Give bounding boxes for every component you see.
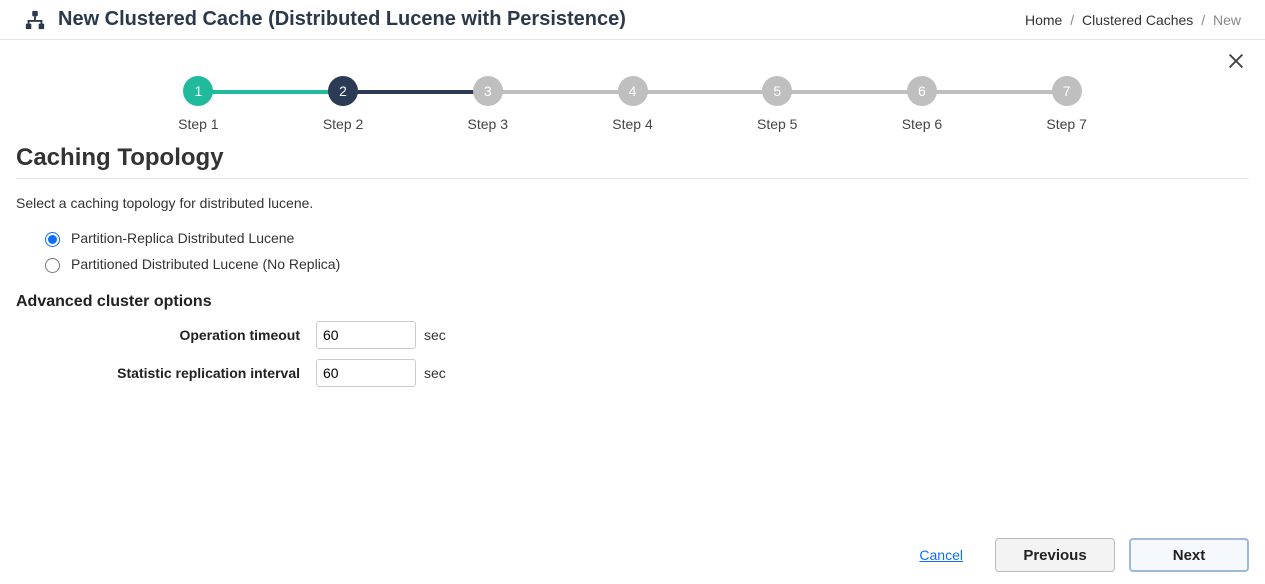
step-1[interactable]: 1 Step 1 <box>126 76 271 132</box>
step-circle: 3 <box>473 76 503 106</box>
step-connector <box>343 90 488 94</box>
step-2[interactable]: 2 Step 2 <box>271 76 416 132</box>
previous-button[interactable]: Previous <box>995 538 1115 572</box>
stat-interval-unit: sec <box>424 365 446 381</box>
step-label: Step 4 <box>612 116 652 132</box>
topology-option-1[interactable]: Partitioned Distributed Lucene (No Repli… <box>40 255 1249 273</box>
step-label: Step 6 <box>902 116 942 132</box>
step-label: Step 2 <box>323 116 363 132</box>
breadcrumb-sep: / <box>1201 12 1205 28</box>
wizard-footer: Cancel Previous Next <box>0 528 1265 584</box>
topology-radio[interactable] <box>45 232 60 247</box>
topology-radio[interactable] <box>45 258 60 273</box>
section-instruction: Select a caching topology for distribute… <box>16 195 1249 211</box>
breadcrumb-current: New <box>1213 12 1241 28</box>
topology-option-0[interactable]: Partition-Replica Distributed Lucene <box>40 229 1249 247</box>
sitemap-icon <box>24 9 46 31</box>
step-label: Step 3 <box>468 116 508 132</box>
step-connector <box>633 90 778 94</box>
content: 1 Step 1 2 Step 2 3 Step 3 4 Step 4 5 Step 5 6 Step… <box>0 40 1265 387</box>
step-connector <box>198 90 343 94</box>
step-connector <box>488 90 633 94</box>
page-header: New Clustered Cache (Distributed Lucene … <box>0 0 1265 40</box>
header-left: New Clustered Cache (Distributed Lucene … <box>24 8 626 31</box>
divider <box>16 178 1249 179</box>
step-circle: 4 <box>618 76 648 106</box>
step-circle: 5 <box>762 76 792 106</box>
next-button[interactable]: Next <box>1129 538 1249 572</box>
step-5[interactable]: 5 Step 5 <box>705 76 850 132</box>
operation-timeout-label: Operation timeout <box>16 327 316 343</box>
topology-radio-label[interactable]: Partitioned Distributed Lucene (No Repli… <box>71 256 340 272</box>
stat-interval-row: Statistic replication interval sec <box>16 359 1249 387</box>
breadcrumb: Home / Clustered Caches / New <box>1025 12 1241 28</box>
step-circle: 1 <box>183 76 213 106</box>
stat-interval-label: Statistic replication interval <box>16 365 316 381</box>
breadcrumb-caches[interactable]: Clustered Caches <box>1082 12 1193 28</box>
page-title: New Clustered Cache (Distributed Lucene … <box>58 8 626 31</box>
operation-timeout-row: Operation timeout sec <box>16 321 1249 349</box>
breadcrumb-home[interactable]: Home <box>1025 12 1062 28</box>
step-3[interactable]: 3 Step 3 <box>415 76 560 132</box>
step-4[interactable]: 4 Step 4 <box>560 76 705 132</box>
operation-timeout-input[interactable] <box>316 321 416 349</box>
step-6[interactable]: 6 Step 6 <box>850 76 995 132</box>
topology-radio-group: Partition-Replica Distributed Lucene Part… <box>40 229 1249 273</box>
wizard-stepper: 1 Step 1 2 Step 2 3 Step 3 4 Step 4 5 Step 5 6 Step… <box>16 56 1249 140</box>
breadcrumb-sep: / <box>1070 12 1074 28</box>
step-connector <box>777 90 922 94</box>
step-7[interactable]: 7 Step 7 <box>994 76 1139 132</box>
advanced-heading: Advanced cluster options <box>16 293 1249 311</box>
step-label: Step 7 <box>1046 116 1086 132</box>
step-connector <box>922 90 1067 94</box>
step-circle: 6 <box>907 76 937 106</box>
section-title: Caching Topology <box>16 144 1249 172</box>
operation-timeout-unit: sec <box>424 327 446 343</box>
step-circle: 7 <box>1052 76 1082 106</box>
step-circle: 2 <box>328 76 358 106</box>
step-label: Step 1 <box>178 116 218 132</box>
topology-radio-label[interactable]: Partition-Replica Distributed Lucene <box>71 230 294 246</box>
stat-interval-input[interactable] <box>316 359 416 387</box>
step-label: Step 5 <box>757 116 797 132</box>
cancel-link[interactable]: Cancel <box>919 547 963 563</box>
